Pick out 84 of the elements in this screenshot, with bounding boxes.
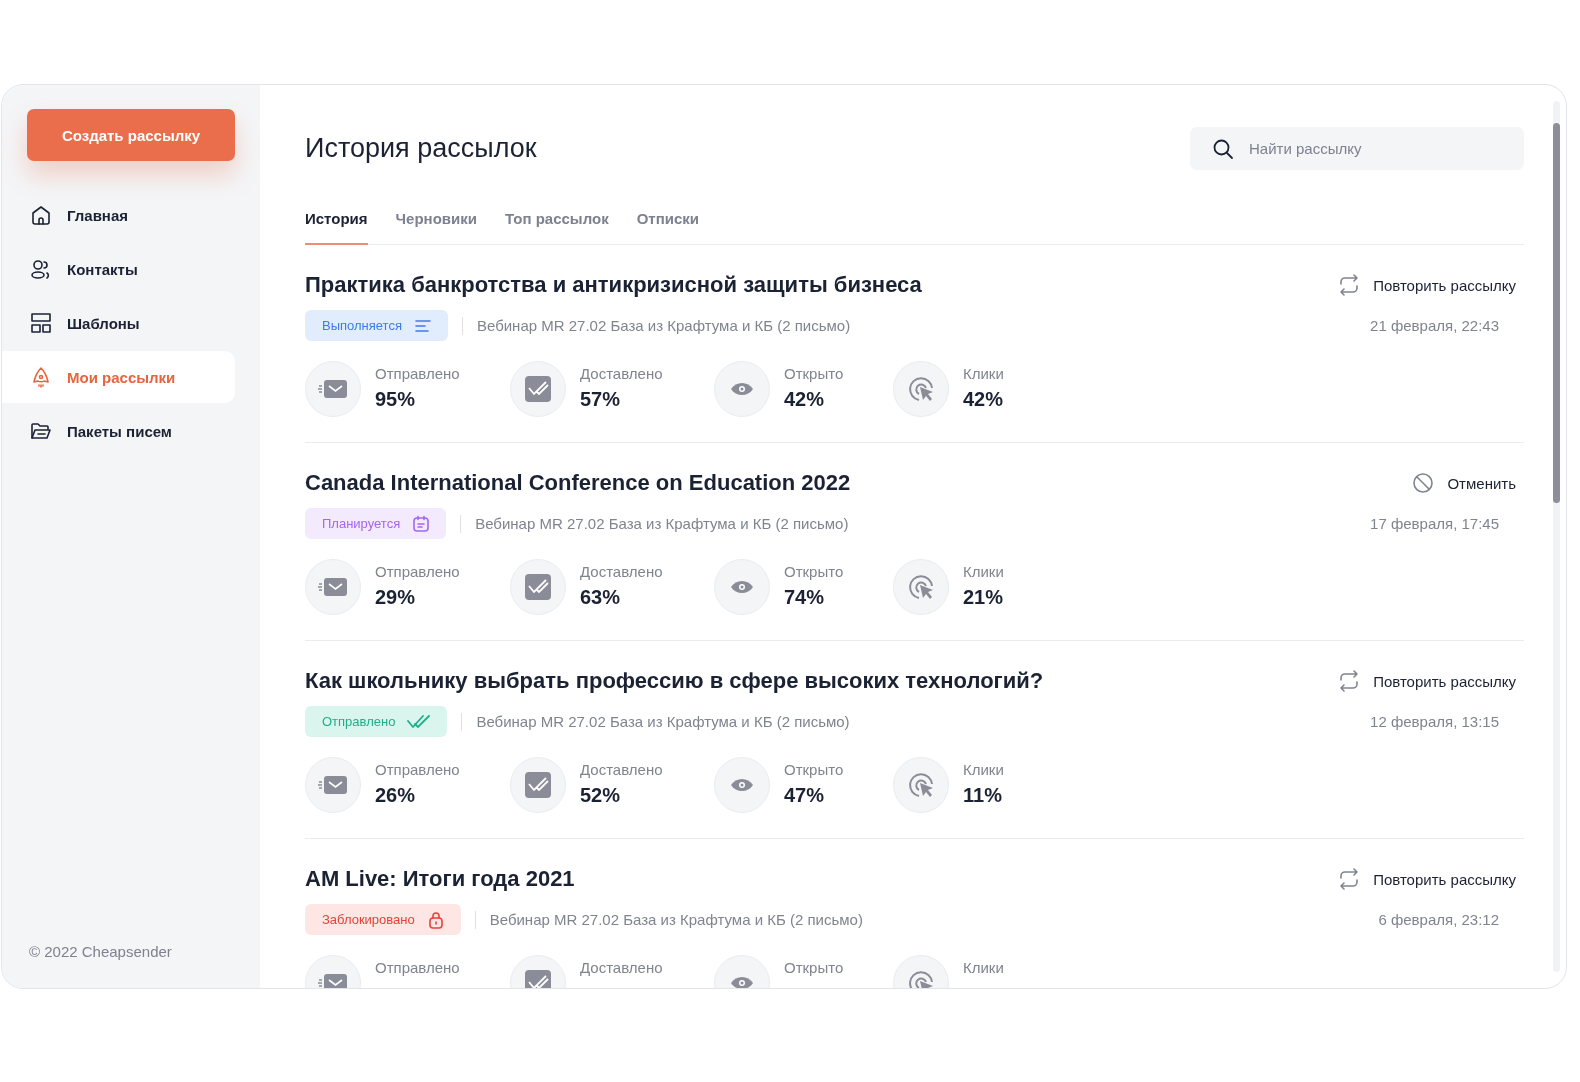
eye-icon bbox=[730, 382, 754, 396]
search-icon bbox=[1212, 137, 1234, 160]
mailing-source: Вебинар MR 27.02 База из Крафтума и КБ (2 письмо) bbox=[476, 317, 851, 334]
stat-value: 21% bbox=[963, 586, 1004, 609]
mailing-source: Вебинар MR 27.02 База из Крафтума и КБ (2 письмо) bbox=[489, 911, 863, 928]
envelope-icon bbox=[318, 577, 348, 597]
sidebar-item[interactable]: Шаблоны bbox=[2, 297, 235, 349]
repeat-mailing-button[interactable]: Повторить рассылку bbox=[1337, 272, 1524, 298]
stat-value: 29% bbox=[375, 586, 417, 609]
mailing-date: 21 февраля, 22:43 bbox=[1370, 317, 1500, 334]
cursor-click-icon bbox=[907, 573, 935, 601]
stat-label: Клики bbox=[963, 365, 1004, 382]
stat-value: 42% bbox=[963, 388, 1004, 411]
cursor-click-icon bbox=[907, 375, 935, 403]
stat-value: 11% bbox=[963, 784, 1003, 807]
eye-icon bbox=[730, 580, 754, 594]
stat-label: Доставлено bbox=[580, 365, 663, 382]
stat-label: Доставлено bbox=[580, 563, 663, 580]
mailing-title[interactable]: Canada International Conference on Education 2022 bbox=[305, 470, 1371, 496]
stat-label: Отправлено bbox=[375, 959, 460, 976]
status-label: Заблокировано bbox=[322, 912, 415, 927]
scrollbar-thumb[interactable] bbox=[1553, 123, 1560, 503]
checked-box-icon bbox=[525, 376, 551, 402]
stat-label: Доставлено bbox=[580, 761, 663, 778]
repeat-mailing-button[interactable]: Повторить рассылку bbox=[1337, 668, 1524, 694]
mailing-source: Вебинар MR 27.02 База из Крафтума и КБ (2 письмо) bbox=[476, 713, 850, 730]
tab[interactable]: История bbox=[305, 202, 368, 245]
repeat-mailing-button[interactable]: Повторить рассылку bbox=[1337, 866, 1524, 892]
stat-label: Отправлено bbox=[375, 761, 460, 778]
stat-value: 57% bbox=[580, 388, 622, 411]
mailing-title[interactable]: Практика банкротства и антикризисной защиты бизнеса bbox=[305, 272, 1338, 298]
cancel-button[interactable]: Отменить bbox=[1411, 470, 1524, 496]
stat-value: 63% bbox=[580, 586, 622, 609]
stat-value: 26% bbox=[375, 784, 417, 807]
mailing-title[interactable]: Как школьнику выбрать профессию в сфере высоких технологий? bbox=[305, 668, 1338, 694]
cursor-click-icon bbox=[907, 771, 935, 799]
sidebar-item-label: Пакеты писем bbox=[67, 422, 172, 440]
sidebar-item[interactable]: Контакты bbox=[2, 243, 235, 295]
stat-label: Клики bbox=[963, 959, 1004, 976]
calendar-icon bbox=[412, 514, 431, 533]
layout-icon bbox=[29, 311, 53, 335]
mailing-source: Вебинар MR 27.02 База из Крафтума и КБ (2 письмо) bbox=[475, 515, 849, 532]
status-label: Выполняется bbox=[322, 318, 402, 333]
envelope-icon bbox=[318, 379, 348, 399]
page-title: История рассылок bbox=[305, 132, 537, 164]
stat-label: Доставлено bbox=[580, 959, 663, 976]
sidebar-item[interactable]: Главная bbox=[2, 189, 235, 241]
stat-label: Клики bbox=[963, 563, 1004, 580]
lock-icon bbox=[426, 910, 445, 929]
mailing-title[interactable]: AM Live: Итоги года 2021 bbox=[305, 866, 1338, 892]
stat-label: Отправлено bbox=[375, 563, 460, 580]
tab[interactable]: Отписки bbox=[636, 202, 699, 245]
search-field[interactable]: Найти рассылку bbox=[1190, 126, 1524, 170]
status-label: Планируется bbox=[322, 516, 401, 531]
stat-label: Клики bbox=[963, 761, 1004, 778]
sidebar-item[interactable]: Пакеты писем bbox=[2, 405, 235, 457]
sidebar-item-label: Контакты bbox=[67, 260, 138, 278]
stat-label: Открыто bbox=[784, 761, 844, 778]
stat-value: 95% bbox=[375, 388, 417, 411]
stat-value: 52% bbox=[580, 784, 622, 807]
stat-label: Отправлено bbox=[375, 365, 460, 382]
checked-box-icon bbox=[525, 772, 551, 798]
stat-label: Открыто bbox=[784, 365, 844, 382]
tab[interactable]: Топ рассылок bbox=[505, 202, 609, 245]
envelope-icon bbox=[318, 775, 348, 795]
cancel-icon bbox=[1411, 471, 1436, 495]
sidebar-item-label: Главная bbox=[67, 206, 128, 224]
status-label: Отправлено bbox=[322, 714, 396, 729]
stat-value: 47% bbox=[784, 784, 826, 807]
sidebar-item-label: Шаблоны bbox=[67, 314, 140, 332]
stat-value: 42% bbox=[784, 388, 826, 411]
copyright: © 2022 Cheapsender bbox=[28, 943, 173, 960]
stat-value: 74% bbox=[784, 586, 826, 609]
home-icon bbox=[29, 203, 53, 227]
mailing-date: 6 февраля, 23:12 bbox=[1378, 911, 1500, 928]
double-check-icon bbox=[407, 713, 432, 730]
mailing-date: 12 февраля, 13:15 bbox=[1370, 713, 1500, 730]
tab[interactable]: Черновики bbox=[395, 202, 478, 245]
sidebar-item-label: Мои рассылки bbox=[67, 368, 176, 386]
stat-label: Открыто bbox=[784, 563, 844, 580]
mailing-date: 17 февраля, 17:45 bbox=[1370, 515, 1500, 532]
stat-label: Открыто bbox=[784, 959, 844, 976]
eye-icon bbox=[730, 778, 754, 792]
checked-box-icon bbox=[525, 574, 551, 600]
